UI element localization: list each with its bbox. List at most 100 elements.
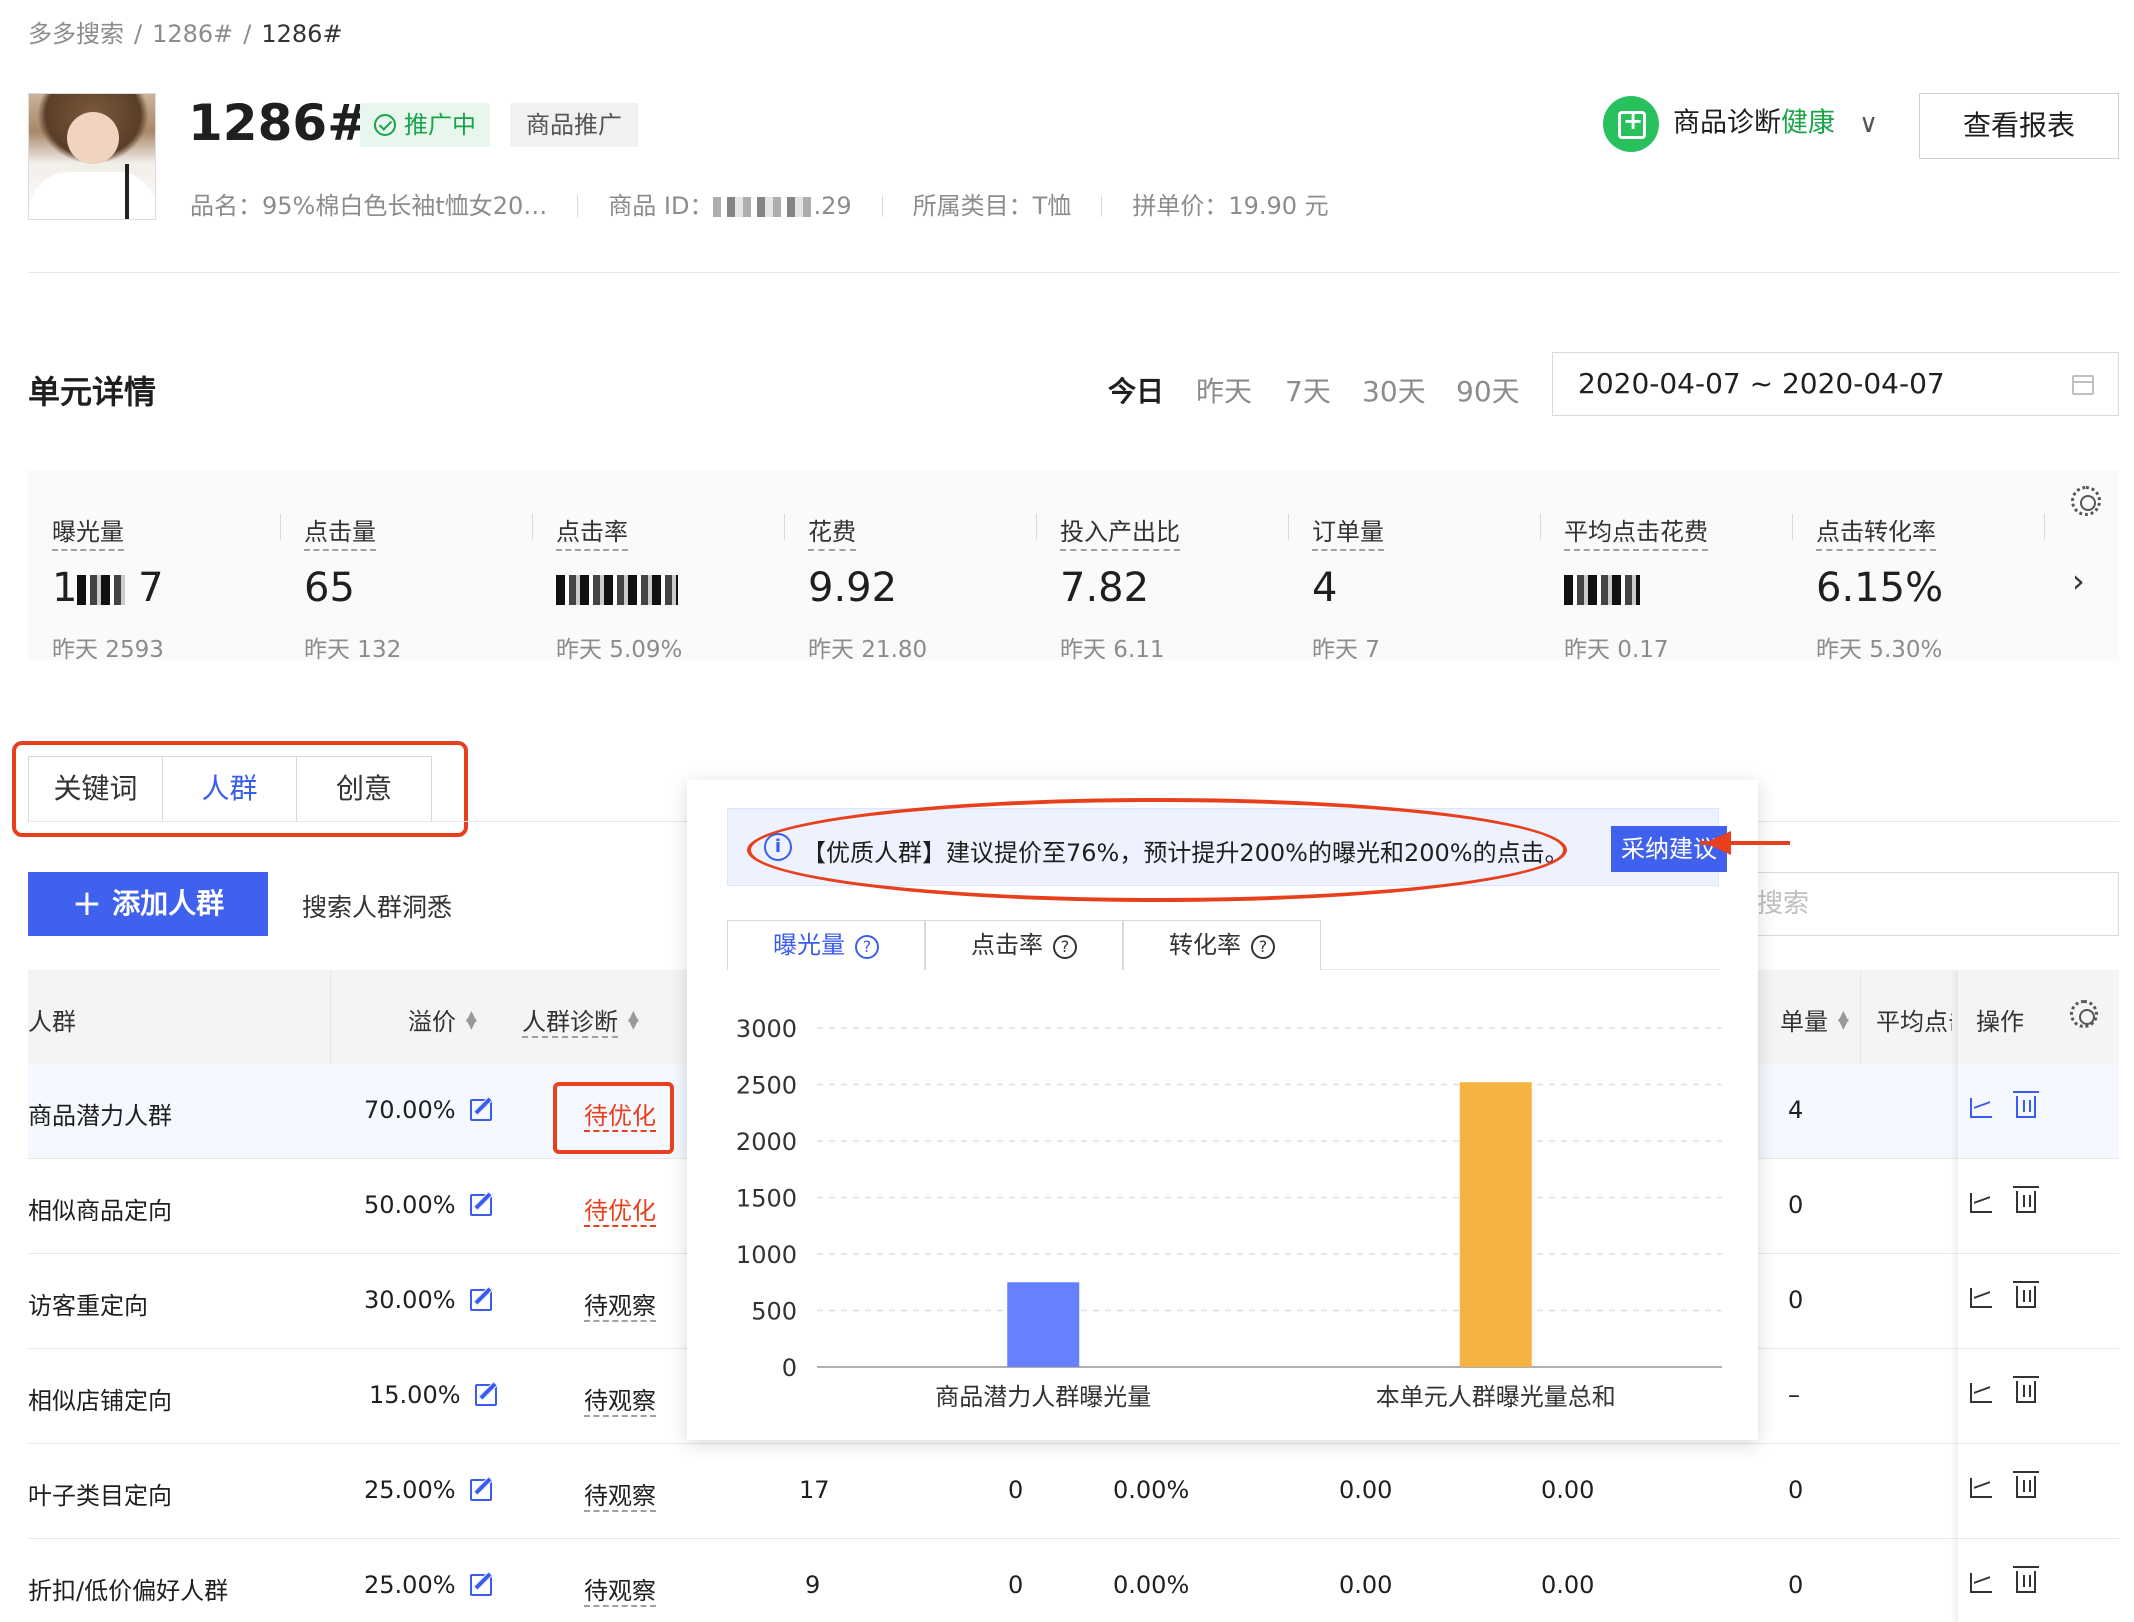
cell-crowd-name: 商品潜力人群 xyxy=(28,1102,172,1130)
breadcrumb-level1[interactable]: 1286# xyxy=(152,20,233,48)
chart-bar xyxy=(1007,1282,1080,1367)
metric-cost[interactable]: 花费 9.92 昨天 21.80 xyxy=(784,470,1034,663)
date-range-picker[interactable]: 2020-04-07 ~ 2020-04-07 xyxy=(1552,352,2119,416)
section-title: 单元详情 xyxy=(28,373,157,411)
cell-diagnosis[interactable]: 待优化 xyxy=(584,1191,656,1227)
crowd-insight-link[interactable]: 搜索人群洞悉 xyxy=(302,888,452,924)
metric-roi[interactable]: 投入产出比 7.82 昨天 6.11 xyxy=(1036,470,1286,663)
th-diagnosis[interactable]: 人群诊断 ▲ ▼ xyxy=(522,1002,639,1038)
metric-value: 65 xyxy=(304,565,355,611)
metric-value: 7.82 xyxy=(1060,565,1150,611)
trend-chart-icon[interactable] xyxy=(1970,1478,1992,1498)
breadcrumb-root[interactable]: 多多搜索 xyxy=(28,20,124,48)
cell-diagnosis[interactable]: 待观察 xyxy=(584,1571,656,1607)
annotation-outline xyxy=(12,741,468,837)
cell-premium-value: 15.00% xyxy=(369,1381,461,1409)
diagnosis-status[interactable]: 待优化 xyxy=(584,1197,656,1227)
metric-avg-click-cost[interactable]: 平均点击花费 昨天 0.17 xyxy=(1540,470,1790,663)
range-90d[interactable]: 90天 xyxy=(1456,370,1520,410)
edit-icon[interactable] xyxy=(469,1194,492,1216)
cell-impressions: 9 xyxy=(805,1571,821,1599)
table-row[interactable]: 折扣/低价偏好人群 25.00% 待观察 9 0 0.00% 0.00 0.00… xyxy=(28,1539,2119,1622)
tab-impressions[interactable]: 曝光量? xyxy=(727,920,925,970)
popover-tabs: 曝光量? 点击率? 转化率? xyxy=(727,920,1719,970)
search-input[interactable]: 搜索 xyxy=(1740,872,2119,936)
trend-chart-icon[interactable] xyxy=(1970,1573,1992,1593)
range-yesterday[interactable]: 昨天 xyxy=(1196,370,1252,410)
delete-icon[interactable] xyxy=(2013,1376,2039,1403)
metric-value-text: 1 7 xyxy=(52,565,164,611)
metric-ctr[interactable]: 点击率 昨天 5.09% xyxy=(532,470,782,663)
metric-orders[interactable]: 订单量 4 昨天 7 xyxy=(1288,470,1538,663)
delete-icon[interactable] xyxy=(2013,1186,2039,1213)
diagnosis-status[interactable]: 待观察 xyxy=(584,1387,656,1417)
column-settings-icon[interactable] xyxy=(2070,1000,2098,1028)
range-7d[interactable]: 7天 xyxy=(1285,370,1331,410)
cell-diagnosis[interactable]: 待观察 xyxy=(584,1286,656,1322)
view-report-button[interactable]: 查看报表 xyxy=(1919,93,2119,159)
range-today[interactable]: 今日 xyxy=(1108,370,1164,410)
metric-label: 投入产出比 xyxy=(1060,512,1180,551)
sort-icon[interactable]: ▲ ▼ xyxy=(1838,1009,1849,1031)
help-icon[interactable]: ? xyxy=(855,935,879,959)
diagnosis-status[interactable]: 待观察 xyxy=(584,1577,656,1607)
help-icon[interactable]: ? xyxy=(1251,935,1275,959)
chevron-right-icon[interactable]: › xyxy=(2072,562,2085,600)
chart-svg: 0 500 1000 1500 2000 2500 3000 商品潜力人群曝光量 本单元人群曝光… xyxy=(736,1015,1722,1411)
diagnosis-status[interactable]: 待观察 xyxy=(584,1292,656,1322)
y-tick-label: 1500 xyxy=(736,1185,797,1213)
range-30d[interactable]: 30天 xyxy=(1362,370,1426,410)
metric-value xyxy=(556,565,678,611)
metric-clicks[interactable]: 点击量 65 昨天 132 xyxy=(280,470,530,663)
edit-icon[interactable] xyxy=(469,1479,492,1501)
trend-chart-icon[interactable] xyxy=(1970,1098,1992,1118)
edit-icon[interactable] xyxy=(474,1384,497,1406)
metric-yesterday: 昨天 0.17 xyxy=(1564,637,1669,663)
delete-icon[interactable] xyxy=(2013,1566,2039,1593)
tab-ctr[interactable]: 点击率? xyxy=(925,920,1123,970)
edit-icon[interactable] xyxy=(469,1574,492,1596)
product-diagnosis[interactable]: 商品诊断健康 ∨ xyxy=(1603,96,1878,152)
trend-chart-icon[interactable] xyxy=(1970,1193,1992,1213)
chevron-down-icon[interactable]: ∨ xyxy=(1859,109,1878,139)
delete-icon[interactable] xyxy=(2013,1091,2039,1118)
help-icon[interactable]: ? xyxy=(1053,935,1077,959)
cell-diagnosis[interactable]: 待观察 xyxy=(584,1476,656,1512)
add-crowd-label: 添加人群 xyxy=(112,887,225,920)
metric-impressions[interactable]: 曝光量 1 7 昨天 2593 xyxy=(28,470,278,663)
trend-chart-icon[interactable] xyxy=(1970,1288,1992,1308)
tab-conversion[interactable]: 转化率? xyxy=(1123,920,1321,970)
diagnosis-status: 健康 xyxy=(1781,107,1835,139)
trend-chart-icon[interactable] xyxy=(1970,1383,1992,1403)
cell-diagnosis[interactable]: 待观察 xyxy=(584,1381,656,1417)
th-avg-click[interactable]: 平均点击 xyxy=(1876,1002,1952,1037)
diagnosis-status[interactable]: 待观察 xyxy=(584,1482,656,1512)
table-row[interactable]: 叶子类目定向 25.00% 待观察 17 0 0.00% 0.00 0.00 0 xyxy=(28,1444,2119,1539)
cell-premium-value: 70.00% xyxy=(364,1096,456,1124)
th-premium[interactable]: 溢价 ▲ ▼ xyxy=(408,1002,477,1037)
th-premium-label: 溢价 xyxy=(408,1008,456,1036)
metric-value xyxy=(1564,565,1640,611)
metric-yesterday: 昨天 5.09% xyxy=(556,637,683,663)
edit-icon[interactable] xyxy=(469,1289,492,1311)
delete-icon[interactable] xyxy=(2013,1281,2039,1308)
product-price: 拼单价：19.90 元 xyxy=(1132,192,1329,220)
metric-value: 1 7 xyxy=(52,565,164,611)
metric-yesterday: 昨天 2593 xyxy=(52,637,164,663)
sort-icon[interactable]: ▲ ▼ xyxy=(466,1009,477,1031)
metric-value: 4 xyxy=(1312,565,1338,611)
type-badge: 商品推广 xyxy=(510,103,638,147)
cell-crowd-name: 叶子类目定向 xyxy=(28,1482,172,1510)
y-tick-label: 500 xyxy=(751,1298,797,1326)
tab-impressions-label: 曝光量 xyxy=(773,931,845,959)
tab-ctr-label: 点击率 xyxy=(971,931,1043,959)
cell-premium: 30.00% xyxy=(364,1286,492,1314)
impressions-chart: 0 500 1000 1500 2000 2500 3000 商品潜力人群曝光量 本单元人群曝光… xyxy=(717,1000,1737,1420)
sort-icon[interactable]: ▲ ▼ xyxy=(628,1009,639,1031)
delete-icon[interactable] xyxy=(2013,1471,2039,1498)
th-orders[interactable]: 单量 ▲ ▼ xyxy=(1780,1002,1849,1037)
settings-gear-icon[interactable] xyxy=(2071,486,2101,516)
add-crowd-button[interactable]: + 添加人群 xyxy=(28,872,268,936)
metric-conversion-rate[interactable]: 点击转化率 6.15% 昨天 5.30% xyxy=(1792,470,2042,663)
edit-icon[interactable] xyxy=(469,1099,492,1121)
